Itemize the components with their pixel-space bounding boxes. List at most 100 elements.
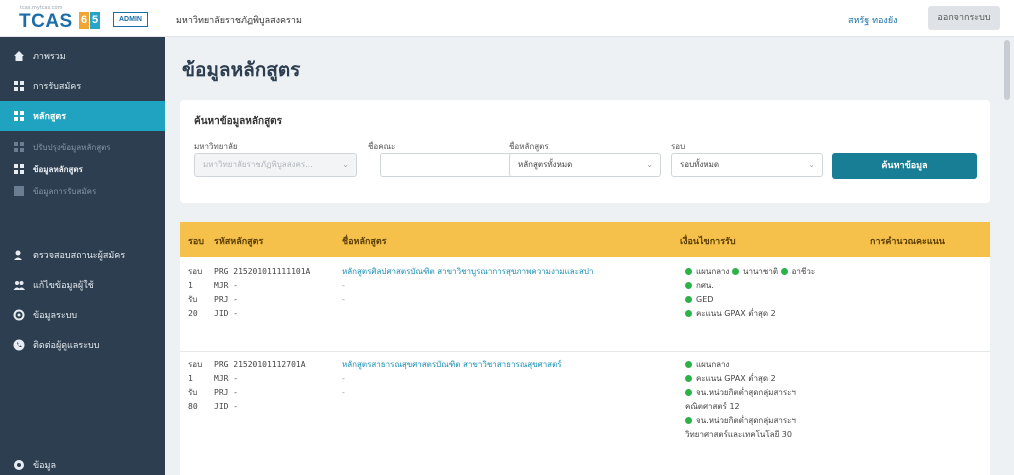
conditions-cell: แผนกลาง นานาชาติ อาชีวะ กศน. GED คะแนน G… [685,265,815,321]
sidebar-item-edit-users[interactable]: แก้ไขข้อมูลผู้ใช้ [0,270,165,300]
conditions-cell: แผนกลาง คะแนน GPAX ต่ำสุด 2 จน.หน่วยกิตต… [685,358,796,442]
course-name-cell: หลักสูตรศิลปศาสตรบัณฑิต สาขาวิชาบูรณาการ… [342,265,593,307]
round-cell: รอบ 1 รับ 20 [188,265,202,321]
tcas-logo-digits: 6 5 [79,12,100,29]
sidebar-item-label: ข้อมูลระบบ [33,311,78,321]
course-name-link[interactable]: หลักสูตรศิลปศาสตรบัณฑิต สาขาวิชาบูรณาการ… [342,265,593,279]
course-label: ชื่อหลักสูตร [509,142,549,151]
condition-item: แผนกลาง นานาชาติ อาชีวะ [685,265,815,279]
round-word: รอบ [188,267,203,276]
user-check-icon [13,249,25,261]
bullet-dot [732,268,739,275]
seats-word: รับ [188,295,198,304]
bullet-dot [685,282,692,289]
search-heading: ค้นหาข้อมูลหลักสูตร [194,116,283,127]
sidebar-item-label: ปรับปรุงข้อมูลหลักสูตร [33,142,111,152]
course-name-link[interactable]: หลักสูตรสาธารณสุขศาสตรบัณฑิต สาขาวิชาสาธ… [342,358,562,372]
grid-icon [13,80,25,92]
table-row: รอบ 1 รับ 80 PRG 21520101112701A MJR - P… [180,352,990,475]
condition-item: กศน. [685,279,815,293]
sidebar-item-label: การรับสมัคร [33,82,82,92]
sidebar-item-label: ติดต่อผู้ดูแลระบบ [33,341,100,351]
search-button[interactable]: ค้นหาข้อมูล [832,153,977,179]
top-bar: tcas.mytcas.com TCAS 6 5 ADMIN มหาวิทยาล… [0,0,1014,37]
faculty-label: ชื่อคณะ [368,142,396,151]
round-select-value: รอบทั้งหมด [680,160,720,169]
sidebar-item-label: แก้ไขข้อมูลผู้ใช้ [33,281,94,291]
sidebar-item-label: ข้อมูล [33,461,57,471]
logout-button[interactable]: ออกจากระบบ [928,6,1000,30]
search-panel: ค้นหาข้อมูลหลักสูตร มหาวิทยาลัย มหาวิทยา… [180,100,990,203]
sidebar-item-contact-admin[interactable]: ติดต่อผู้ดูแลระบบ [0,330,165,360]
sidebar-item-overview[interactable]: ภาพรวม [0,41,165,71]
course-name-cell: หลักสูตรสาธารณสุขศาสตรบัณฑิต สาขาวิชาสาธ… [342,358,562,400]
grid-icon [13,185,25,197]
course-select-value: หลักสูตรทั้งหมด [518,160,573,169]
sidebar-item-label: ข้อมูลการรับสมัคร [33,186,97,196]
prg-code: PRG 21520101112701A [214,360,306,369]
header-conditions: เงื่อนไขการรับ [680,237,736,247]
university-select-value: มหาวิทยาลัยราชภัฏพิบูลสงคร... [203,160,313,169]
seats-word: รับ [188,388,198,397]
sidebar-item-label: หลักสูตร [33,112,67,122]
sidebar-item-label: ตรวจสอบสถานะผู้สมัคร [33,251,126,261]
header-name: ชื่อหลักสูตร [342,237,387,247]
prg-code: PRG 215201011111101A [214,267,311,276]
mjr-code: MJR - [214,374,239,383]
condition-item: วิทยาศาสตร์และเทคโนโลยี 30 [685,430,792,439]
grid-icon [13,110,25,122]
bullet-dot [685,361,692,368]
page-scrollbar[interactable] [1004,40,1010,100]
users-icon [13,279,25,291]
sidebar-item-system-info[interactable]: ข้อมูลระบบ [0,300,165,330]
round-select[interactable]: รอบทั้งหมด ⌄ [671,153,823,177]
course-sub-2: - [342,295,345,304]
bullet-dot [685,375,692,382]
chevron-down-icon: ⌄ [646,160,653,169]
seats-number: 20 [188,309,198,318]
condition-item: คะแนน GPAX ต่ำสุด 2 [685,307,815,321]
home-icon [13,50,25,62]
university-label: มหาวิทยาลัย [194,142,238,151]
logo-digit-5: 5 [90,12,100,29]
course-select[interactable]: หลักสูตรทั้งหมด ⌄ [509,153,661,177]
university-name: มหาวิทยาลัยราชภัฏพิบูลสงคราม [176,16,302,26]
prj-code: PRJ - [214,295,239,304]
condition-item: แผนกลาง [685,358,796,372]
grid-icon [13,141,25,153]
gear-icon [13,309,25,321]
header-code: รหัสหลักสูตร [214,237,264,247]
condition-item: จน.หน่วยกิตต่ำสุดกลุ่มสาระฯ [685,414,796,428]
page-title: ข้อมูลหลักสูตร [182,59,301,81]
sidebar-item-course-info[interactable]: ข้อมูลหลักสูตร [0,158,165,180]
table-row: รอบ 1 รับ 20 PRG 215201011111101A MJR - … [180,257,990,352]
header-calc: การคำนวณคะแนน [870,237,945,247]
tcas-logo[interactable]: TCAS [19,11,73,33]
round-cell: รอบ 1 รับ 80 [188,358,202,414]
sidebar-item-admission[interactable]: การรับสมัคร [0,71,165,101]
user-name-link[interactable]: สหรัฐ ทองยัง [848,13,898,27]
sidebar-item-update-courses[interactable]: ปรับปรุงข้อมูลหลักสูตร [0,136,165,158]
sidebar: ภาพรวม การรับสมัคร หลักสูตร ปรับปรุงข้อม… [0,37,165,475]
code-cell: PRG 215201011111101A MJR - PRJ - JID - [214,265,310,321]
sidebar-item-applicant-status[interactable]: ตรวจสอบสถานะผู้สมัคร [0,240,165,270]
bullet-dot [685,389,692,396]
code-cell: PRG 21520101112701A MJR - PRJ - JID - [214,358,306,414]
condition-item: GED [685,293,815,307]
info-icon [13,459,25,471]
condition-item: คณิตศาสตร์ 12 [685,402,740,411]
table-header: รอบ รหัสหลักสูตร ชื่อหลักสูตร เงื่อนไขกา… [180,222,990,257]
chevron-down-icon: ⌄ [342,160,349,169]
mjr-code: MJR - [214,281,239,290]
condition-item: คะแนน GPAX ต่ำสุด 2 [685,372,796,386]
prj-code: PRJ - [214,388,239,397]
chevron-down-icon: ⌄ [808,160,815,169]
sidebar-item-admission-info[interactable]: ข้อมูลการรับสมัคร [0,180,165,202]
course-sub-2: - [342,388,345,397]
condition-item: จน.หน่วยกิตต่ำสุดกลุ่มสาระฯ [685,386,796,400]
round-number: 1 [188,281,193,290]
sidebar-item-info[interactable]: ข้อมูล [0,450,165,475]
grid-icon [13,163,25,175]
sidebar-item-courses[interactable]: หลักสูตร [0,101,165,131]
round-word: รอบ [188,360,203,369]
